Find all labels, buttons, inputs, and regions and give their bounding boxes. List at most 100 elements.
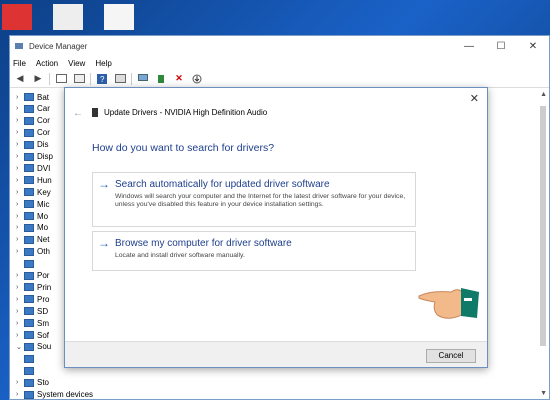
- chevron-icon[interactable]: ›: [16, 272, 24, 279]
- scrollbar[interactable]: [540, 106, 546, 346]
- toolbar-separator: [49, 72, 50, 85]
- chevron-icon[interactable]: ›: [16, 296, 24, 303]
- tree-row[interactable]: › Cor: [16, 115, 50, 127]
- tree-row[interactable]: › Key: [16, 186, 51, 198]
- tree-row[interactable]: › Mic: [16, 198, 49, 210]
- device-category-icon: [24, 223, 34, 232]
- close-button[interactable]: ✕: [517, 41, 549, 52]
- tree-row[interactable]: › Prin: [16, 281, 51, 293]
- tree-row[interactable]: [16, 365, 37, 377]
- maximize-button[interactable]: ☐: [485, 41, 517, 52]
- scan-hardware-icon[interactable]: [136, 73, 150, 85]
- browse-computer-option[interactable]: → Browse my computer for driver software…: [92, 231, 416, 271]
- chevron-icon[interactable]: ›: [16, 379, 24, 386]
- search-automatically-option[interactable]: → Search automatically for updated drive…: [92, 172, 416, 227]
- minimize-button[interactable]: —: [453, 41, 485, 52]
- desktop-icon-3[interactable]: [104, 4, 134, 30]
- chevron-icon[interactable]: ⌄: [16, 343, 24, 351]
- chevron-icon[interactable]: ›: [16, 236, 24, 243]
- tree-row[interactable]: › DVI: [16, 162, 50, 174]
- toolbar-separator: [90, 72, 91, 85]
- dialog-title: Update Drivers - NVIDIA High Definition …: [92, 108, 267, 117]
- tree-row[interactable]: › Oth: [16, 246, 50, 258]
- forward-icon[interactable]: ▶: [31, 73, 45, 85]
- menubar: File Action View Help: [10, 56, 549, 70]
- device-category-icon: [24, 354, 34, 363]
- arrow-right-icon: →: [98, 177, 110, 191]
- option-description: Locate and install driver software manua…: [115, 252, 245, 259]
- view-icon[interactable]: [113, 73, 127, 85]
- tree-row[interactable]: [16, 353, 37, 365]
- scroll-up-icon[interactable]: ▲: [540, 91, 547, 98]
- tree-row[interactable]: › Sm: [16, 317, 49, 329]
- tree-row[interactable]: › Dis: [16, 139, 49, 151]
- tree-row-label: Hun: [37, 175, 52, 185]
- tree-row[interactable]: › System devices: [16, 389, 93, 401]
- tree-row-label: SD: [37, 306, 49, 316]
- chevron-icon[interactable]: ›: [16, 201, 24, 208]
- tree-row[interactable]: › Car: [16, 103, 50, 115]
- tree-row[interactable]: ⌄ Sou: [16, 341, 51, 353]
- menu-file[interactable]: File: [13, 59, 26, 68]
- tree-row-label: Mo: [37, 223, 49, 233]
- tree-row-label: Sto: [37, 378, 50, 388]
- chevron-icon[interactable]: ›: [16, 391, 24, 398]
- tree-row[interactable]: › Sto: [16, 377, 49, 389]
- chevron-icon[interactable]: ›: [16, 189, 24, 196]
- tree-row[interactable]: › Hun: [16, 174, 52, 186]
- dialog-close-button[interactable]: ✕: [470, 92, 479, 105]
- device-category-icon: [24, 176, 34, 185]
- chevron-icon[interactable]: ›: [16, 153, 24, 160]
- tree-row[interactable]: › Cor: [16, 127, 50, 139]
- chevron-icon[interactable]: ›: [16, 332, 24, 339]
- back-arrow-icon[interactable]: ←: [73, 108, 83, 119]
- tree-row[interactable]: › SD: [16, 305, 48, 317]
- tree-row[interactable]: › Pro: [16, 293, 49, 305]
- menu-action[interactable]: Action: [36, 59, 58, 68]
- dialog-heading: How do you want to search for drivers?: [92, 142, 275, 154]
- download-driver-icon[interactable]: [190, 73, 204, 85]
- tree-row-label: Sou: [37, 342, 52, 352]
- scroll-down-icon[interactable]: ▼: [540, 390, 547, 397]
- uninstall-icon[interactable]: ✕: [172, 73, 186, 85]
- chevron-icon[interactable]: ›: [16, 141, 24, 148]
- desktop-icon-1[interactable]: [2, 4, 32, 30]
- cancel-button[interactable]: Cancel: [426, 349, 476, 363]
- show-hide-tree-icon[interactable]: [54, 73, 68, 85]
- back-icon[interactable]: ◀: [13, 73, 27, 85]
- tree-row-label: Car: [37, 104, 50, 114]
- update-driver-icon[interactable]: [154, 73, 168, 85]
- tree-row[interactable]: › Bat: [16, 91, 49, 103]
- tree-row[interactable]: › Mo: [16, 210, 48, 222]
- tree-row-label: Sm: [37, 318, 49, 328]
- chevron-icon[interactable]: ›: [16, 213, 24, 220]
- desktop-icon-2[interactable]: [53, 4, 83, 30]
- menu-help[interactable]: Help: [95, 59, 111, 68]
- chevron-icon[interactable]: ›: [16, 320, 24, 327]
- chevron-icon[interactable]: ›: [16, 224, 24, 231]
- chevron-icon[interactable]: ›: [16, 308, 24, 315]
- tree-row-label: Bat: [37, 92, 50, 102]
- tree-row[interactable]: › Disp: [16, 151, 53, 163]
- menu-view[interactable]: View: [68, 59, 85, 68]
- properties-icon[interactable]: [72, 73, 86, 85]
- chevron-icon[interactable]: ›: [16, 94, 24, 101]
- arrow-right-icon: →: [98, 236, 110, 250]
- help-icon[interactable]: ?: [95, 73, 109, 85]
- tree-row[interactable]: [16, 258, 37, 270]
- tree-row[interactable]: › Net: [16, 234, 49, 246]
- tree-row[interactable]: › Mo: [16, 222, 48, 234]
- tree-row[interactable]: › Por: [16, 270, 49, 282]
- chevron-icon[interactable]: ›: [16, 248, 24, 255]
- device-category-icon: [24, 140, 34, 149]
- dialog-title-text: Update Drivers - NVIDIA High Definition …: [104, 108, 268, 117]
- tree-row[interactable]: › Sof: [16, 329, 49, 341]
- chevron-icon[interactable]: ›: [16, 177, 24, 184]
- chevron-icon[interactable]: ›: [16, 129, 24, 136]
- tree-row-label: Pro: [37, 294, 50, 304]
- chevron-icon[interactable]: ›: [16, 105, 24, 112]
- chevron-icon[interactable]: ›: [16, 117, 24, 124]
- chevron-icon[interactable]: ›: [16, 284, 24, 291]
- chevron-icon[interactable]: ›: [16, 165, 24, 172]
- device-category-icon: [24, 319, 34, 328]
